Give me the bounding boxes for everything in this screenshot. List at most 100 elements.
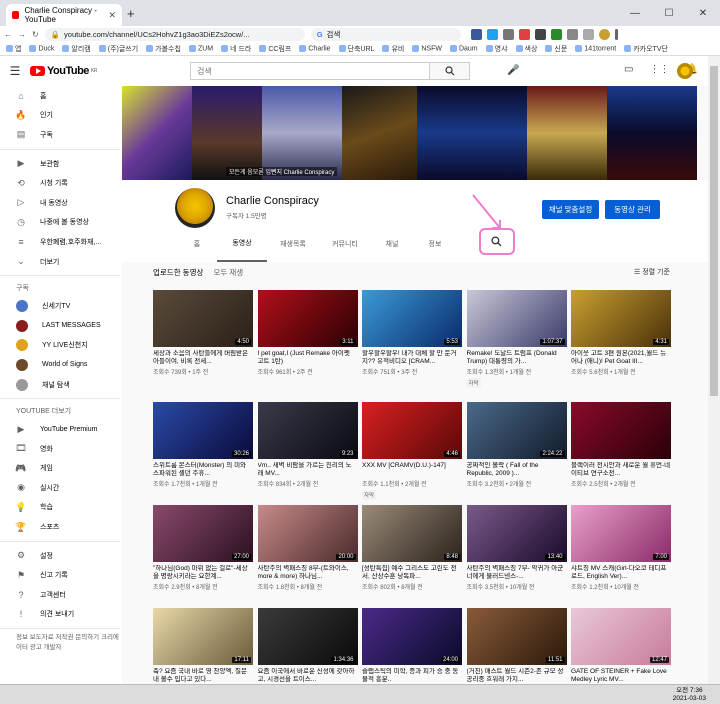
video-title[interactable]: 사탄주의 벽패스칭 7부- 악귀가 아군 너에게 불러드넨스-... — [467, 565, 567, 581]
video-title[interactable]: 사탄주의 벽패스칭 8부-(트와이스, more & more) 하나님... — [258, 565, 358, 581]
customize-channel-button[interactable]: 채널 맞춤설정 — [542, 200, 599, 219]
forward-icon[interactable]: → — [18, 30, 26, 39]
video-thumbnail[interactable] — [571, 402, 671, 459]
bookmark-item[interactable]: ZUM — [189, 45, 213, 52]
page-scrollbar[interactable] — [708, 56, 720, 684]
video-thumbnail[interactable]: 27:00 — [153, 505, 253, 562]
hamburger-menu-icon[interactable]: ☰ — [0, 64, 30, 78]
video-thumbnail[interactable]: 1:07:37 — [466, 290, 567, 347]
reload-icon[interactable]: ↻ — [32, 30, 39, 39]
video-thumbnail[interactable]: 17:11 — [153, 608, 253, 665]
video-thumbnail[interactable]: 24:00 — [362, 608, 462, 665]
sidebar-item[interactable]: 채널 탐색 — [0, 375, 120, 395]
bookmark-item[interactable]: CC림프 — [259, 44, 291, 54]
apps-icon[interactable]: ⋮⋮ — [649, 64, 669, 75]
minimize-icon[interactable]: — — [618, 0, 652, 26]
sidebar-item[interactable]: 💡 학습 — [0, 498, 120, 518]
video-card[interactable]: 11:51 (거친) 매스트 월드 시즌2-존 규모 성 공리중 흐워래 가지..… — [466, 608, 567, 684]
sidebar-item[interactable]: ▶ YouTube Premium — [0, 419, 120, 439]
scrollbar-thumb[interactable] — [710, 66, 718, 396]
menu-dots-icon[interactable] — [614, 28, 618, 40]
sidebar-item[interactable]: ! 의견 보내기 — [0, 605, 120, 625]
video-title[interactable]: 공짜적인 몰락 ( Fall of the Republic, 2009 )..… — [467, 462, 567, 478]
video-title[interactable]: 슬랩스틱의 미학, 증과 피가 승 중 동물적 흥분.. — [362, 668, 462, 684]
youtube-search-input[interactable] — [191, 63, 429, 79]
bookmark-item[interactable]: 유비 — [382, 44, 404, 54]
account-avatar[interactable] — [677, 63, 693, 79]
video-title[interactable]: (거친) 매스트 월드 시즌2-존 규모 성 공리중 흐워래 가지... — [467, 668, 567, 684]
extension-icon[interactable] — [566, 28, 578, 40]
video-card[interactable]: 4:31 아이웃 고트 3편 원본(2021,월드 뉴어나 (애니)! Pet G… — [571, 290, 671, 376]
video-card[interactable]: 7:00 샤트칭 MV 스캐(Girl-다오코 테디프로드, English Ve… — [571, 505, 671, 591]
extension-icon[interactable] — [518, 28, 530, 40]
channel-tab[interactable]: 커뮤니티 — [319, 226, 371, 262]
video-card[interactable]: 2:24:22 공짜적인 몰락 ( Fall of the Republic, 2… — [466, 402, 567, 488]
extension-icon[interactable] — [502, 28, 514, 40]
extension-icon[interactable] — [486, 28, 498, 40]
bookmark-item[interactable]: 카카오TV단 — [624, 44, 668, 54]
bookmark-item[interactable]: Duck — [29, 45, 54, 52]
bookmark-item[interactable]: Charlie — [299, 45, 330, 52]
video-title[interactable]: "하나님(God) 마위 없는 걸로"-세상을 명랑시키라는 요한계... — [153, 565, 253, 581]
video-title[interactable]: 할우할우할우! 내가 대체 할 만 둔거지?? 유적비디오 [CRAM... — [362, 350, 462, 366]
channel-tab[interactable]: 정보 — [413, 226, 457, 262]
youtube-logo[interactable]: YouTube KR — [30, 65, 97, 77]
bookmark-item[interactable]: 가볼수칩 — [146, 44, 181, 54]
sidebar-item[interactable]: ◷ 나중에 볼 동영상 — [0, 213, 120, 233]
sidebar-item[interactable]: ▷ 내 동영상 — [0, 193, 120, 213]
video-title[interactable]: GATE OF STEINER + Fake Love Medley Lyric… — [571, 668, 671, 684]
video-card[interactable]: 1:07:37 Remake! 도날드 트럼프 (Donald Trump) 대통… — [466, 290, 567, 388]
video-card[interactable]: 12:47 GATE OF STEINER + Fake Love Medley … — [571, 608, 671, 684]
video-thumbnail[interactable]: 20:00 — [257, 505, 358, 562]
video-card[interactable]: 8:48 [성탄특집] 예수 그리스도 고린도 전서, 산상수훈 낭독파... 조회… — [362, 505, 462, 591]
new-tab-button[interactable]: + — [127, 6, 135, 21]
maximize-icon[interactable]: ☐ — [652, 0, 686, 26]
channel-tab[interactable]: 동영상 — [217, 226, 267, 262]
google-search-box[interactable]: G 검색 — [310, 27, 461, 41]
video-title[interactable]: 아이웃 고트 3편 원본(2021,월드 뉴어나 (애니)! Pet Goat … — [571, 350, 671, 366]
sidebar-item[interactable]: ⌄ 더보기 — [0, 252, 120, 272]
manage-videos-button[interactable]: 동영상 관리 — [605, 200, 660, 219]
video-thumbnail[interactable]: 4:50 — [153, 290, 253, 347]
video-card[interactable]: 24:00 슬랩스틱의 미학, 증과 피가 승 중 동물적 흥분.. — [362, 608, 462, 684]
sidebar-item[interactable]: 신세기TV — [0, 296, 120, 316]
video-card[interactable]: 1:34:36 요즘 이국에서 바로운 신성에 갖아하고, 시경선을 트이스... — [257, 608, 358, 684]
video-title[interactable]: I pet goat,I (Just Remake 아이펫 고트 1탄) — [258, 350, 358, 366]
video-thumbnail[interactable]: 8:48 — [362, 505, 462, 562]
close-window-icon[interactable]: ✕ — [686, 0, 720, 26]
sidebar-item[interactable]: ▤ 구독 — [0, 125, 120, 145]
sidebar-item[interactable]: ⚙ 설정 — [0, 546, 120, 566]
video-thumbnail[interactable]: 4:46 — [362, 402, 462, 459]
video-thumbnail[interactable]: 30:26 — [153, 402, 253, 459]
system-clock[interactable]: 오전 7:36 2021-03-03 — [673, 687, 706, 703]
bookmark-item[interactable]: 알리캠 — [62, 44, 90, 54]
create-video-icon[interactable]: ▭ — [624, 64, 633, 75]
video-thumbnail[interactable]: 12:47 — [571, 608, 671, 665]
address-bar[interactable]: 🔒 youtube.com/channel/UCs2HohvZ1g3ao3DiE… — [44, 27, 305, 41]
sidebar-item[interactable]: ⚑ 신고 기록 — [0, 565, 120, 585]
bookmark-item[interactable]: NSFW — [412, 45, 442, 52]
sidebar-item[interactable]: 🏆 스포츠 — [0, 517, 120, 537]
microphone-icon[interactable]: 🎤 — [507, 65, 519, 76]
channel-tab[interactable]: 채널 — [371, 226, 413, 262]
youtube-search-button[interactable] — [429, 63, 469, 79]
sidebar-item[interactable]: LAST MESSAGES — [0, 316, 120, 336]
bookmark-item[interactable]: 영샤 — [486, 44, 508, 54]
video-title[interactable]: 요즘 이국에서 바로운 신성에 갖아하고, 시경선을 트이스... — [258, 668, 358, 684]
video-thumbnail[interactable]: 11:51 — [466, 608, 567, 665]
bookmark-item[interactable]: 신문 — [545, 44, 567, 54]
bookmark-item[interactable]: (주)글쓰기 — [99, 44, 138, 54]
video-card[interactable]: 5:53 할우할우할우! 내가 대체 할 만 둔거지?? 유적비디오 [CRAM.… — [362, 290, 462, 376]
bookmark-item[interactable]: 단축URL — [339, 44, 375, 54]
video-title[interactable]: XXX MV [CRAMV(D.U.)-147] — [362, 462, 462, 478]
video-card[interactable]: 17:11 축? 요즘 국내 바로 영 찬양엑, 질문 내 볼수 입다고 있다..… — [153, 608, 253, 684]
video-thumbnail[interactable]: 3:11 — [257, 290, 358, 347]
browser-tab[interactable]: Charlie Conspiracy - YouTube ✕ — [6, 4, 122, 26]
sort-button[interactable]: ☰ 정렬 기준 — [634, 267, 670, 277]
sidebar-item[interactable]: World of Signs — [0, 355, 120, 375]
sidebar-item[interactable]: 🔥 인기 — [0, 106, 120, 126]
video-title[interactable]: 세상과 소음의 사탄들에게 버림받은 아들이여, 비록 전세... — [153, 350, 253, 366]
channel-tab[interactable]: 홈 — [177, 226, 217, 262]
video-title[interactable]: 스위트룸 몬스터(Monster) 의 미와 스파워된 셸던 주휴... — [153, 462, 253, 478]
video-card[interactable]: 4:46 XXX MV [CRAMV(D.U.)-147] 조회수 1.1천회 • … — [362, 402, 462, 500]
